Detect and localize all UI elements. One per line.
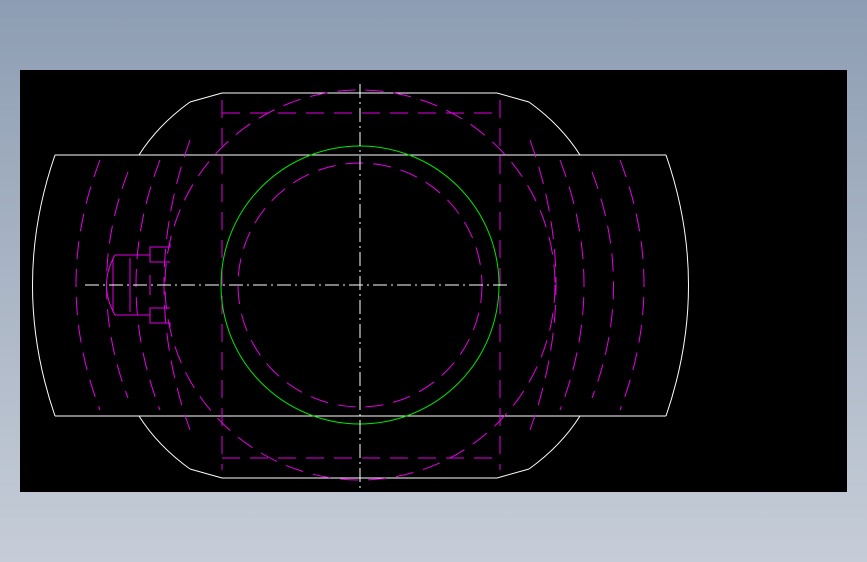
- hidden-arc-right-1: [619, 159, 645, 411]
- sphere-left-arc-top: [138, 101, 191, 156]
- hidden-arc-right-2: [591, 171, 614, 399]
- housing-right-curve: [665, 154, 689, 417]
- center-lines: [85, 84, 508, 488]
- hidden-arc-right-3: [559, 159, 585, 411]
- cad-drawing: [32, 84, 689, 488]
- sphere-right-arc-bottom: [528, 415, 581, 470]
- sphere-right-arc-top: [528, 101, 581, 156]
- sphere-left-arc-bottom: [138, 415, 191, 470]
- hidden-arc-right-4: [529, 139, 557, 431]
- fitting-profile-top: [115, 243, 171, 263]
- fitting-profile-bottom: [115, 307, 171, 327]
- housing-left-curve: [32, 154, 56, 417]
